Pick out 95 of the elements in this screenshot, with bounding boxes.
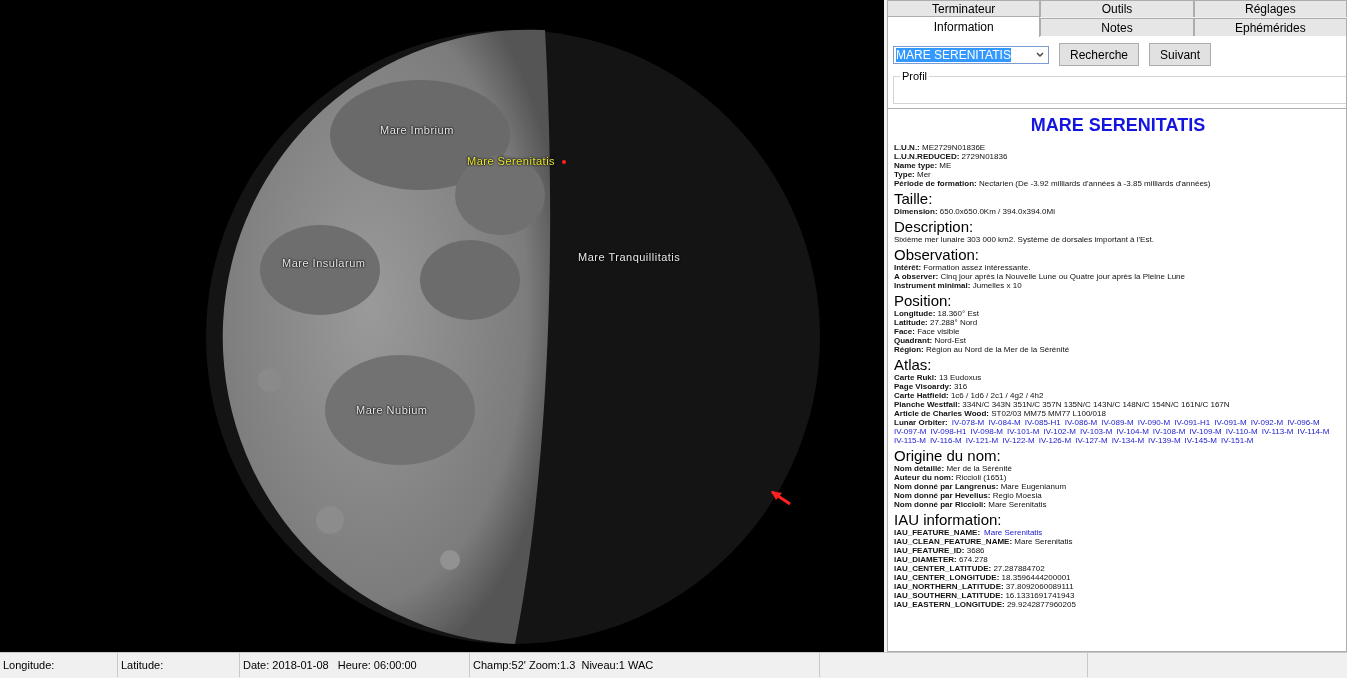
info-line: Période de formation: Nectarien (De -3.92 milliards d'années à -3.85 milliards d'années)	[894, 179, 1211, 188]
image-link[interactable]: IV-091-H1	[1174, 418, 1211, 427]
image-link[interactable]: IV-139-M	[1148, 436, 1181, 445]
info-line: A observer: Cinq jour après la Nouvelle Lune ou Quatre jour après la Pleine Lune	[894, 272, 1185, 281]
arrow-icon	[771, 490, 791, 506]
info-line: Instrument minimal: Jumelles x 10	[894, 281, 1022, 290]
tab[interactable]: Réglages	[1193, 0, 1347, 17]
image-link[interactable]: IV-122-M	[1002, 436, 1035, 445]
info-line: Sixième mer lunaire 303 000 km2. Système de dorsales important à l'Est.	[894, 235, 1154, 244]
info-line: IAU_DIAMETER: 674.278	[894, 555, 988, 564]
image-link[interactable]: IV-126-M	[1038, 436, 1072, 445]
section-heading: IAU information:	[894, 512, 1003, 528]
search-button[interactable]: Suivant	[1149, 43, 1212, 66]
info-line: Nom donné par Riccioli: Mare Serenitatis	[894, 500, 1047, 509]
info-line: Nom donné par Hevelius: Regio Moesia	[894, 491, 1042, 500]
feature-label[interactable]: Mare Tranquillitatis	[578, 251, 681, 263]
image-link[interactable]: IV-091-M	[1214, 418, 1247, 427]
info-line: Intérêt: Formation assez intéressante.	[894, 263, 1031, 272]
image-link[interactable]: IV-097-M	[894, 427, 927, 436]
status-field: Champ:52' Zoom:1.3 Niveau:1 WAC	[470, 653, 820, 677]
tab[interactable]: Notes	[1040, 18, 1194, 36]
info-line: Quadrant: Nord-Est	[894, 336, 967, 345]
info-line: Latitude: 27.288° Nord	[894, 318, 978, 327]
tab[interactable]: Outils	[1040, 0, 1194, 17]
image-link[interactable]: IV-090-M	[1137, 418, 1171, 427]
image-link[interactable]: Mare Serenitatis	[984, 528, 1043, 537]
image-link[interactable]: IV-108-M	[1152, 427, 1186, 436]
tab[interactable]: Ephémérides	[1193, 18, 1347, 36]
image-link[interactable]: IV-134-M	[1111, 436, 1145, 445]
info-line: Carte Rukl: 13 Eudoxus	[894, 373, 982, 382]
image-link[interactable]: IV-145-M	[1184, 436, 1218, 445]
marker-dot	[562, 160, 566, 164]
info-line: IAU_SOUTHERN_LATITUDE: 16.1331691741943	[894, 591, 1075, 600]
info-line: IAU_CLEAN_FEATURE_NAME: Mare Serenitatis	[894, 537, 1073, 546]
image-link[interactable]: IV-098-H1	[930, 427, 967, 436]
image-link[interactable]: IV-101-M	[1006, 427, 1040, 436]
caret-icon	[1036, 51, 1044, 58]
image-link[interactable]: IV-109-M	[1189, 427, 1222, 436]
search-button[interactable]: Recherche	[1059, 43, 1140, 66]
image-link[interactable]: IV-092-M	[1250, 418, 1284, 427]
image-link[interactable]: IV-098-M	[970, 427, 1003, 436]
info-line: IAU_FEATURE_ID: 3686	[894, 546, 985, 555]
image-link[interactable]: IV-078-M	[951, 418, 985, 427]
info-line: L.U.N.: ME2729N01836E	[894, 143, 986, 152]
image-link[interactable]: IV-102-M	[1043, 427, 1076, 436]
feature-label[interactable]: Mare Insularum	[282, 257, 366, 269]
info-line: IAU_EASTERN_LONGITUDE: 29.9242877960205	[894, 600, 1076, 609]
info-line: Type: Mer	[894, 170, 931, 179]
info-line: Planche Westfall: 334N/C 343N 351N/C 357N 135N/C 143N/C 148N/C 154N/C 161N/C 167N	[894, 400, 1230, 409]
image-link[interactable]: IV-114-M	[1297, 427, 1330, 436]
feature-label[interactable]: Mare Imbrium	[380, 124, 454, 136]
section-heading: Description:	[894, 219, 975, 235]
info-line: Face: Face visible	[894, 327, 960, 336]
info-line: Carte Hatfield: 1c6 / 1d6 / 2c1 / 4g2 / 4h2	[894, 391, 1044, 400]
image-link[interactable]: IV-116-M	[929, 436, 962, 445]
section-heading: Position:	[894, 293, 953, 309]
image-link[interactable]: IV-151-M	[1221, 436, 1254, 445]
info-line: Dimension: 650.0x650.0Km / 394.0x394.0Mi	[894, 207, 1055, 216]
info-line: IAU_CENTER_LATITUDE: 27.287884702	[894, 564, 1045, 573]
info-line: Longitude: 18.360° Est	[894, 309, 979, 318]
image-link[interactable]: IV-103-M	[1079, 427, 1113, 436]
section-heading: Atlas:	[894, 357, 933, 373]
info-label: IAU_FEATURE_NAME:	[894, 528, 981, 537]
image-link[interactable]: IV-085-H1	[1024, 418, 1061, 427]
status-field: Date: 2018-01-08 Heure: 06:00:00	[240, 653, 470, 677]
section-heading: Observation:	[894, 247, 981, 263]
info-line: Article de Charles Wood: ST02/03 MM75 MM77 L100/018	[894, 409, 1106, 418]
info-line: Nom détaillé: Mer de la Sérénité	[894, 464, 1012, 473]
info-line: Auteur du nom: Riccioli (1651)	[894, 473, 1007, 482]
status-field: Latitude:	[118, 653, 240, 677]
feature-label[interactable]: Mare Nubium	[356, 404, 428, 416]
info-line: Région: Région au Nord de la Mer de la Sérénité	[894, 345, 1070, 354]
info-line: Name type: ME	[894, 161, 952, 170]
image-link[interactable]: IV-089-M	[1101, 418, 1134, 427]
feature-title: MARE SERENITATIS	[1029, 115, 1207, 135]
status-field: Longitude:	[0, 653, 118, 677]
info-line: Nom donné par Langrenus: Mare Eugenianum	[894, 482, 1067, 491]
info-line: IAU_CENTER_LONGITUDE: 18.3596444200001	[894, 573, 1071, 582]
section-heading: Origine du nom:	[894, 448, 1002, 464]
image-link[interactable]: IV-086-M	[1064, 418, 1098, 427]
image-link[interactable]: IV-110-M	[1225, 427, 1258, 436]
image-link[interactable]: IV-104-M	[1116, 427, 1149, 436]
image-link[interactable]: IV-115-M	[894, 436, 926, 445]
info-label: Lunar Orbiter:	[894, 418, 948, 427]
image-link[interactable]: IV-096-M	[1287, 418, 1320, 427]
info-line: IAU_NORTHERN_LATITUDE: 37.8092060089111	[894, 582, 1074, 591]
info-line: L.U.N.REDUCED: 2729N01836	[894, 152, 1008, 161]
group-title: Profil	[900, 70, 930, 82]
tab[interactable]: Information	[887, 16, 1041, 37]
image-link[interactable]: IV-084-M	[988, 418, 1021, 427]
image-link[interactable]: IV-121-M	[965, 436, 999, 445]
image-link[interactable]: IV-127-M	[1075, 436, 1108, 445]
section-heading: Taille:	[894, 191, 934, 207]
image-link[interactable]: IV-113-M	[1261, 427, 1294, 436]
info-line: Page Visoardy: 316	[894, 382, 968, 391]
